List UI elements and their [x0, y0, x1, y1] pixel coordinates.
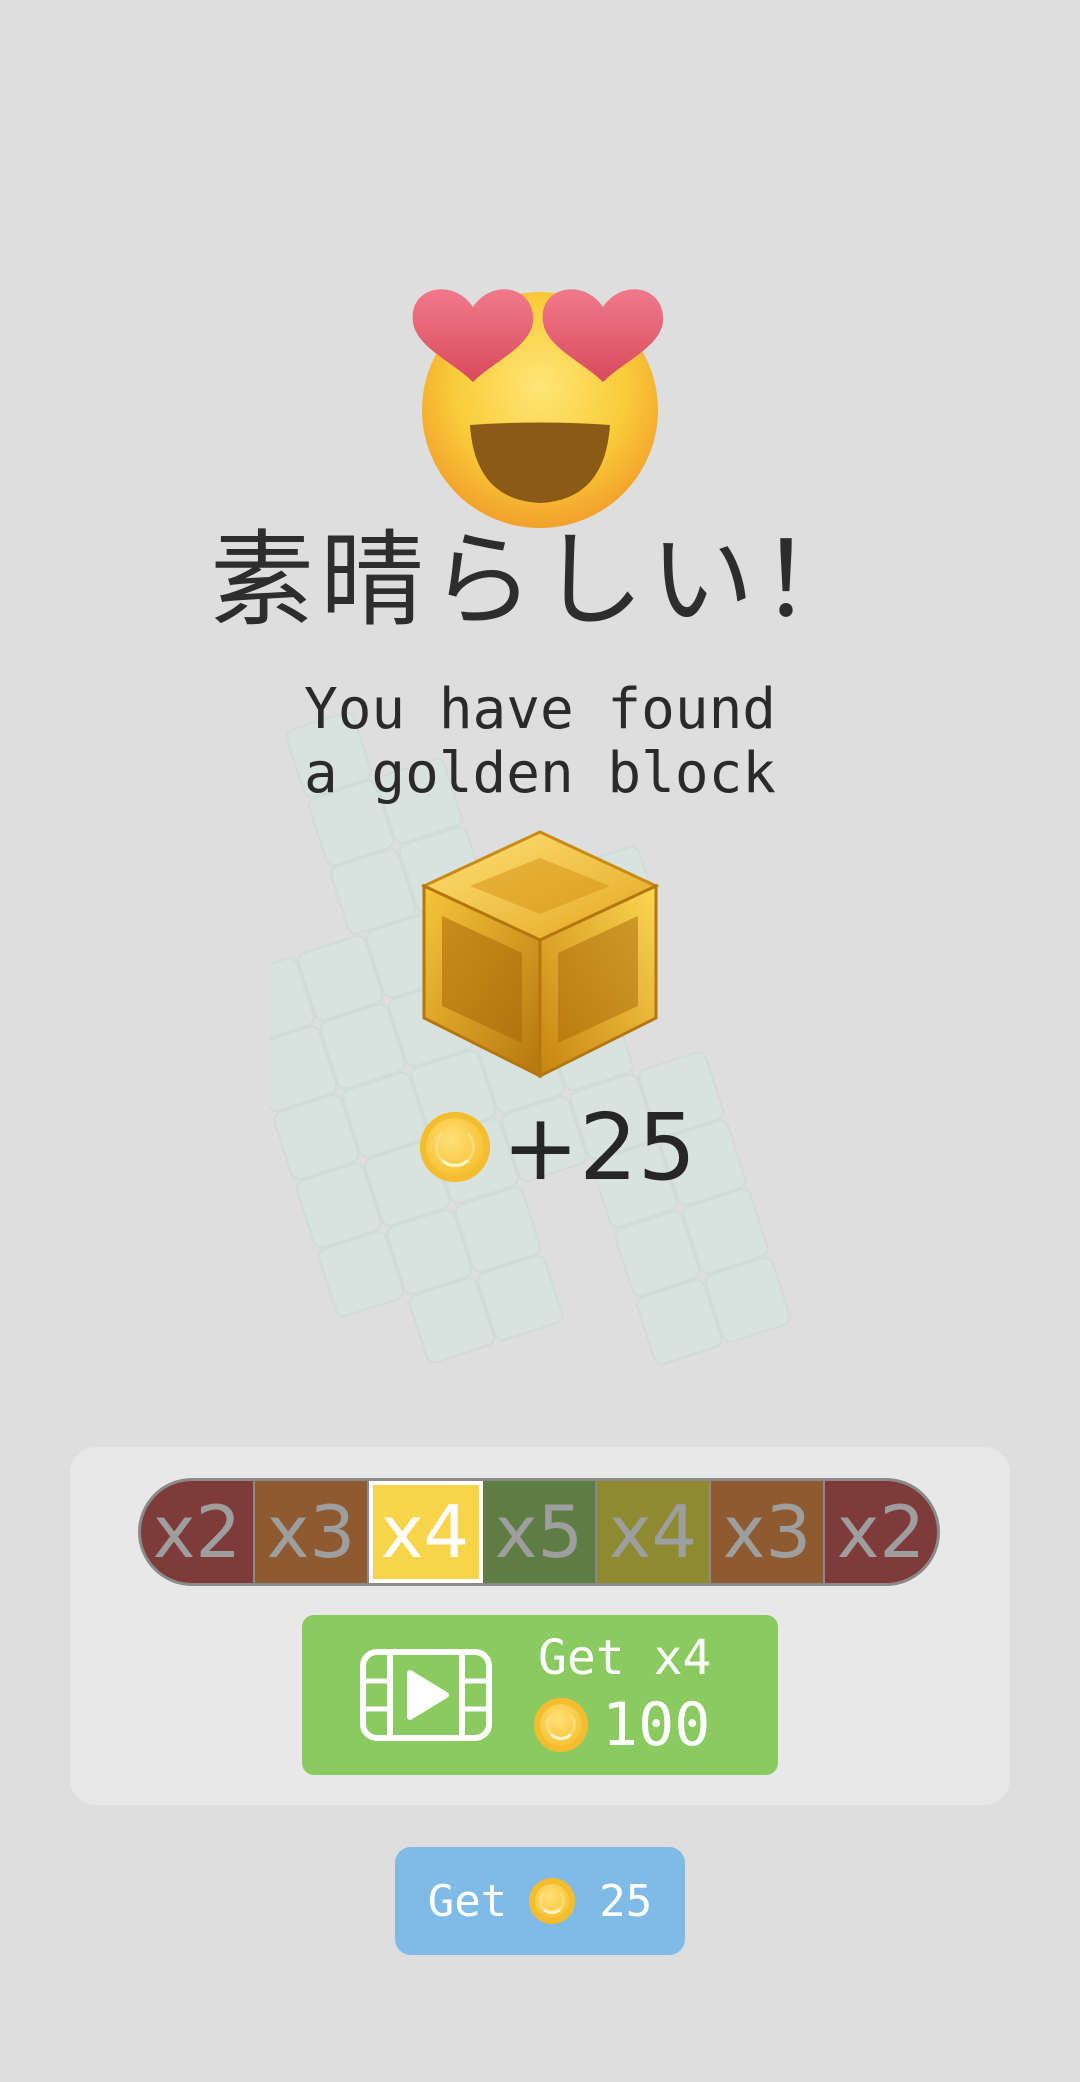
get-button-amount: 25: [599, 1875, 653, 1927]
subtitle-line-1: You have found: [303, 677, 776, 742]
video-button-label: Get x4: [538, 1630, 712, 1686]
page-title: 素晴らしい！: [209, 519, 870, 641]
multiplier-cell: x2: [825, 1481, 937, 1583]
multiplier-bar: x2 x3 x4 x5 x4 x3 x2: [138, 1478, 940, 1586]
multiplier-cell: x4: [597, 1481, 711, 1583]
subtitle-line-2: a golden block: [303, 741, 776, 806]
subtitle: You have found a golden block: [0, 678, 1080, 806]
multiplier-cell: x3: [255, 1481, 369, 1583]
get-coins-button[interactable]: Get 25: [395, 1847, 685, 1955]
golden-block-icon: [420, 830, 660, 1079]
video-button-amount: 100: [602, 1690, 711, 1760]
multiplier-cell-active: x4: [369, 1481, 483, 1583]
multiplier-cell: x2: [141, 1481, 255, 1583]
multiplier-cell: x3: [711, 1481, 825, 1583]
coin-icon: [534, 1698, 588, 1752]
reward-amount: +25: [502, 1093, 697, 1201]
video-icon: [360, 1649, 492, 1741]
multiplier-cell: x5: [483, 1481, 597, 1583]
coin-icon: [529, 1878, 576, 1924]
watch-video-button[interactable]: Get x4 100: [302, 1615, 778, 1775]
get-button-label: Get: [427, 1875, 508, 1927]
heart-eyes-emoji-icon: [412, 289, 664, 528]
coin-icon: [420, 1112, 490, 1182]
reward-row: +25: [420, 1092, 696, 1202]
